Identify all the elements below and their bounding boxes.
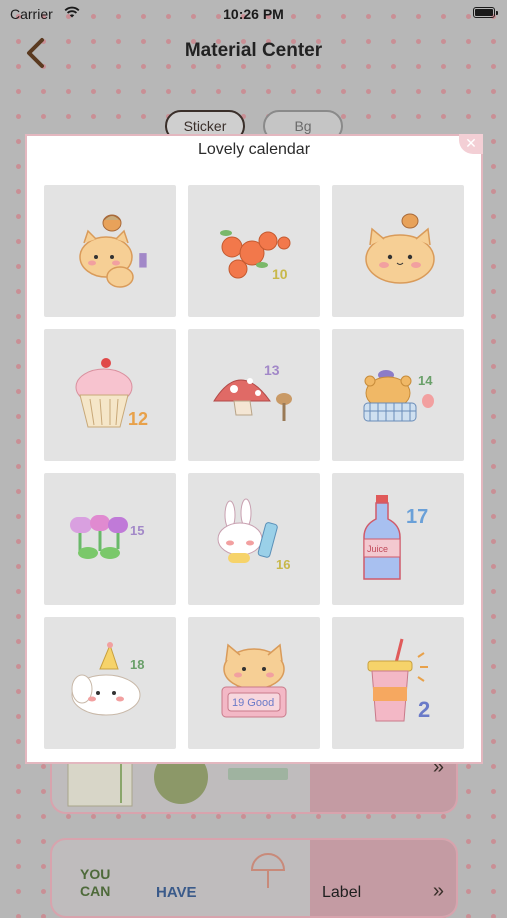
umbrella-art	[250, 853, 286, 888]
puppy-party-hat-sticker-icon: 18	[71, 642, 144, 716]
card-art-line1: YOU	[80, 866, 111, 882]
oranges-sticker-icon: 10	[220, 230, 291, 282]
sticker-cell[interactable]: 18	[44, 617, 176, 749]
sticker-cell[interactable]	[332, 185, 464, 317]
cat-with-sign-sticker-icon: 19 Good	[221, 643, 287, 718]
bear-in-basket-sticker-icon: 14	[363, 370, 434, 422]
svg-text:12: 12	[128, 409, 148, 429]
sticker-text: 19 Good	[232, 697, 274, 709]
drink-cup-sticker-icon: 2	[367, 638, 430, 722]
sticker-cell[interactable]: ▮	[44, 185, 176, 317]
sticker-cell[interactable]: 2	[332, 617, 464, 749]
sticker-cell[interactable]: 15	[44, 473, 176, 605]
sticker-text: Juice	[367, 544, 388, 554]
sticker-cell[interactable]: 10	[188, 185, 320, 317]
svg-text:16: 16	[276, 557, 290, 572]
svg-text:2: 2	[418, 697, 430, 722]
clock: 10:26 PM	[223, 6, 284, 22]
svg-text:13: 13	[264, 362, 280, 378]
card-art-thumbnail	[67, 758, 133, 807]
svg-text:15: 15	[130, 523, 144, 538]
svg-text:14: 14	[418, 373, 433, 388]
cupcake-sticker-icon: 12	[75, 358, 148, 429]
modal-title: Lovely calendar	[197, 141, 311, 158]
mushroom-sticker-icon: 13	[213, 362, 292, 421]
card-art-line2: CAN	[80, 883, 111, 899]
card-art-text: YOU CAN	[80, 866, 110, 900]
sticker-number: ▮	[138, 249, 148, 269]
page-title: Material Center	[184, 40, 323, 61]
sticker-grid: ▮ 10 12 13 14 15 16 Juice 17 18 19 Good …	[44, 185, 464, 749]
battery-icon	[473, 7, 495, 18]
card-2-action-area[interactable]: Label »	[310, 840, 456, 916]
cat-with-acorn-sticker-icon: ▮	[79, 214, 148, 288]
svg-text:18: 18	[130, 657, 144, 672]
background-card-2[interactable]: YOU CAN HAVE Label »	[50, 838, 458, 918]
sticker-cell[interactable]: Juice 17	[332, 473, 464, 605]
sticker-pack-modal: Lovely calendar ✕ ▮ 10 12 13 14 15 16 Ju…	[25, 134, 483, 764]
svg-text:10: 10	[272, 266, 288, 282]
card-label: Label	[322, 884, 362, 901]
bunny-with-drink-sticker-icon: 16	[217, 498, 290, 572]
status-bar: Carrier 10:26 PM	[0, 0, 507, 28]
svg-text:17: 17	[406, 506, 428, 528]
sticker-cell[interactable]: 13	[188, 329, 320, 461]
juice-bottle-sticker-icon: Juice 17	[363, 495, 428, 580]
sticker-cell[interactable]: 12	[44, 329, 176, 461]
cat-face-sticker-icon	[365, 213, 435, 284]
battery-tip	[496, 11, 498, 15]
sticker-cell[interactable]: 14	[332, 329, 464, 461]
sticker-cell[interactable]: 19 Good	[188, 617, 320, 749]
flowers-sticker-icon: 15	[70, 515, 144, 559]
sticker-cell[interactable]: 16	[188, 473, 320, 605]
card-art-have: HAVE	[156, 884, 197, 901]
tag-art	[228, 768, 288, 780]
